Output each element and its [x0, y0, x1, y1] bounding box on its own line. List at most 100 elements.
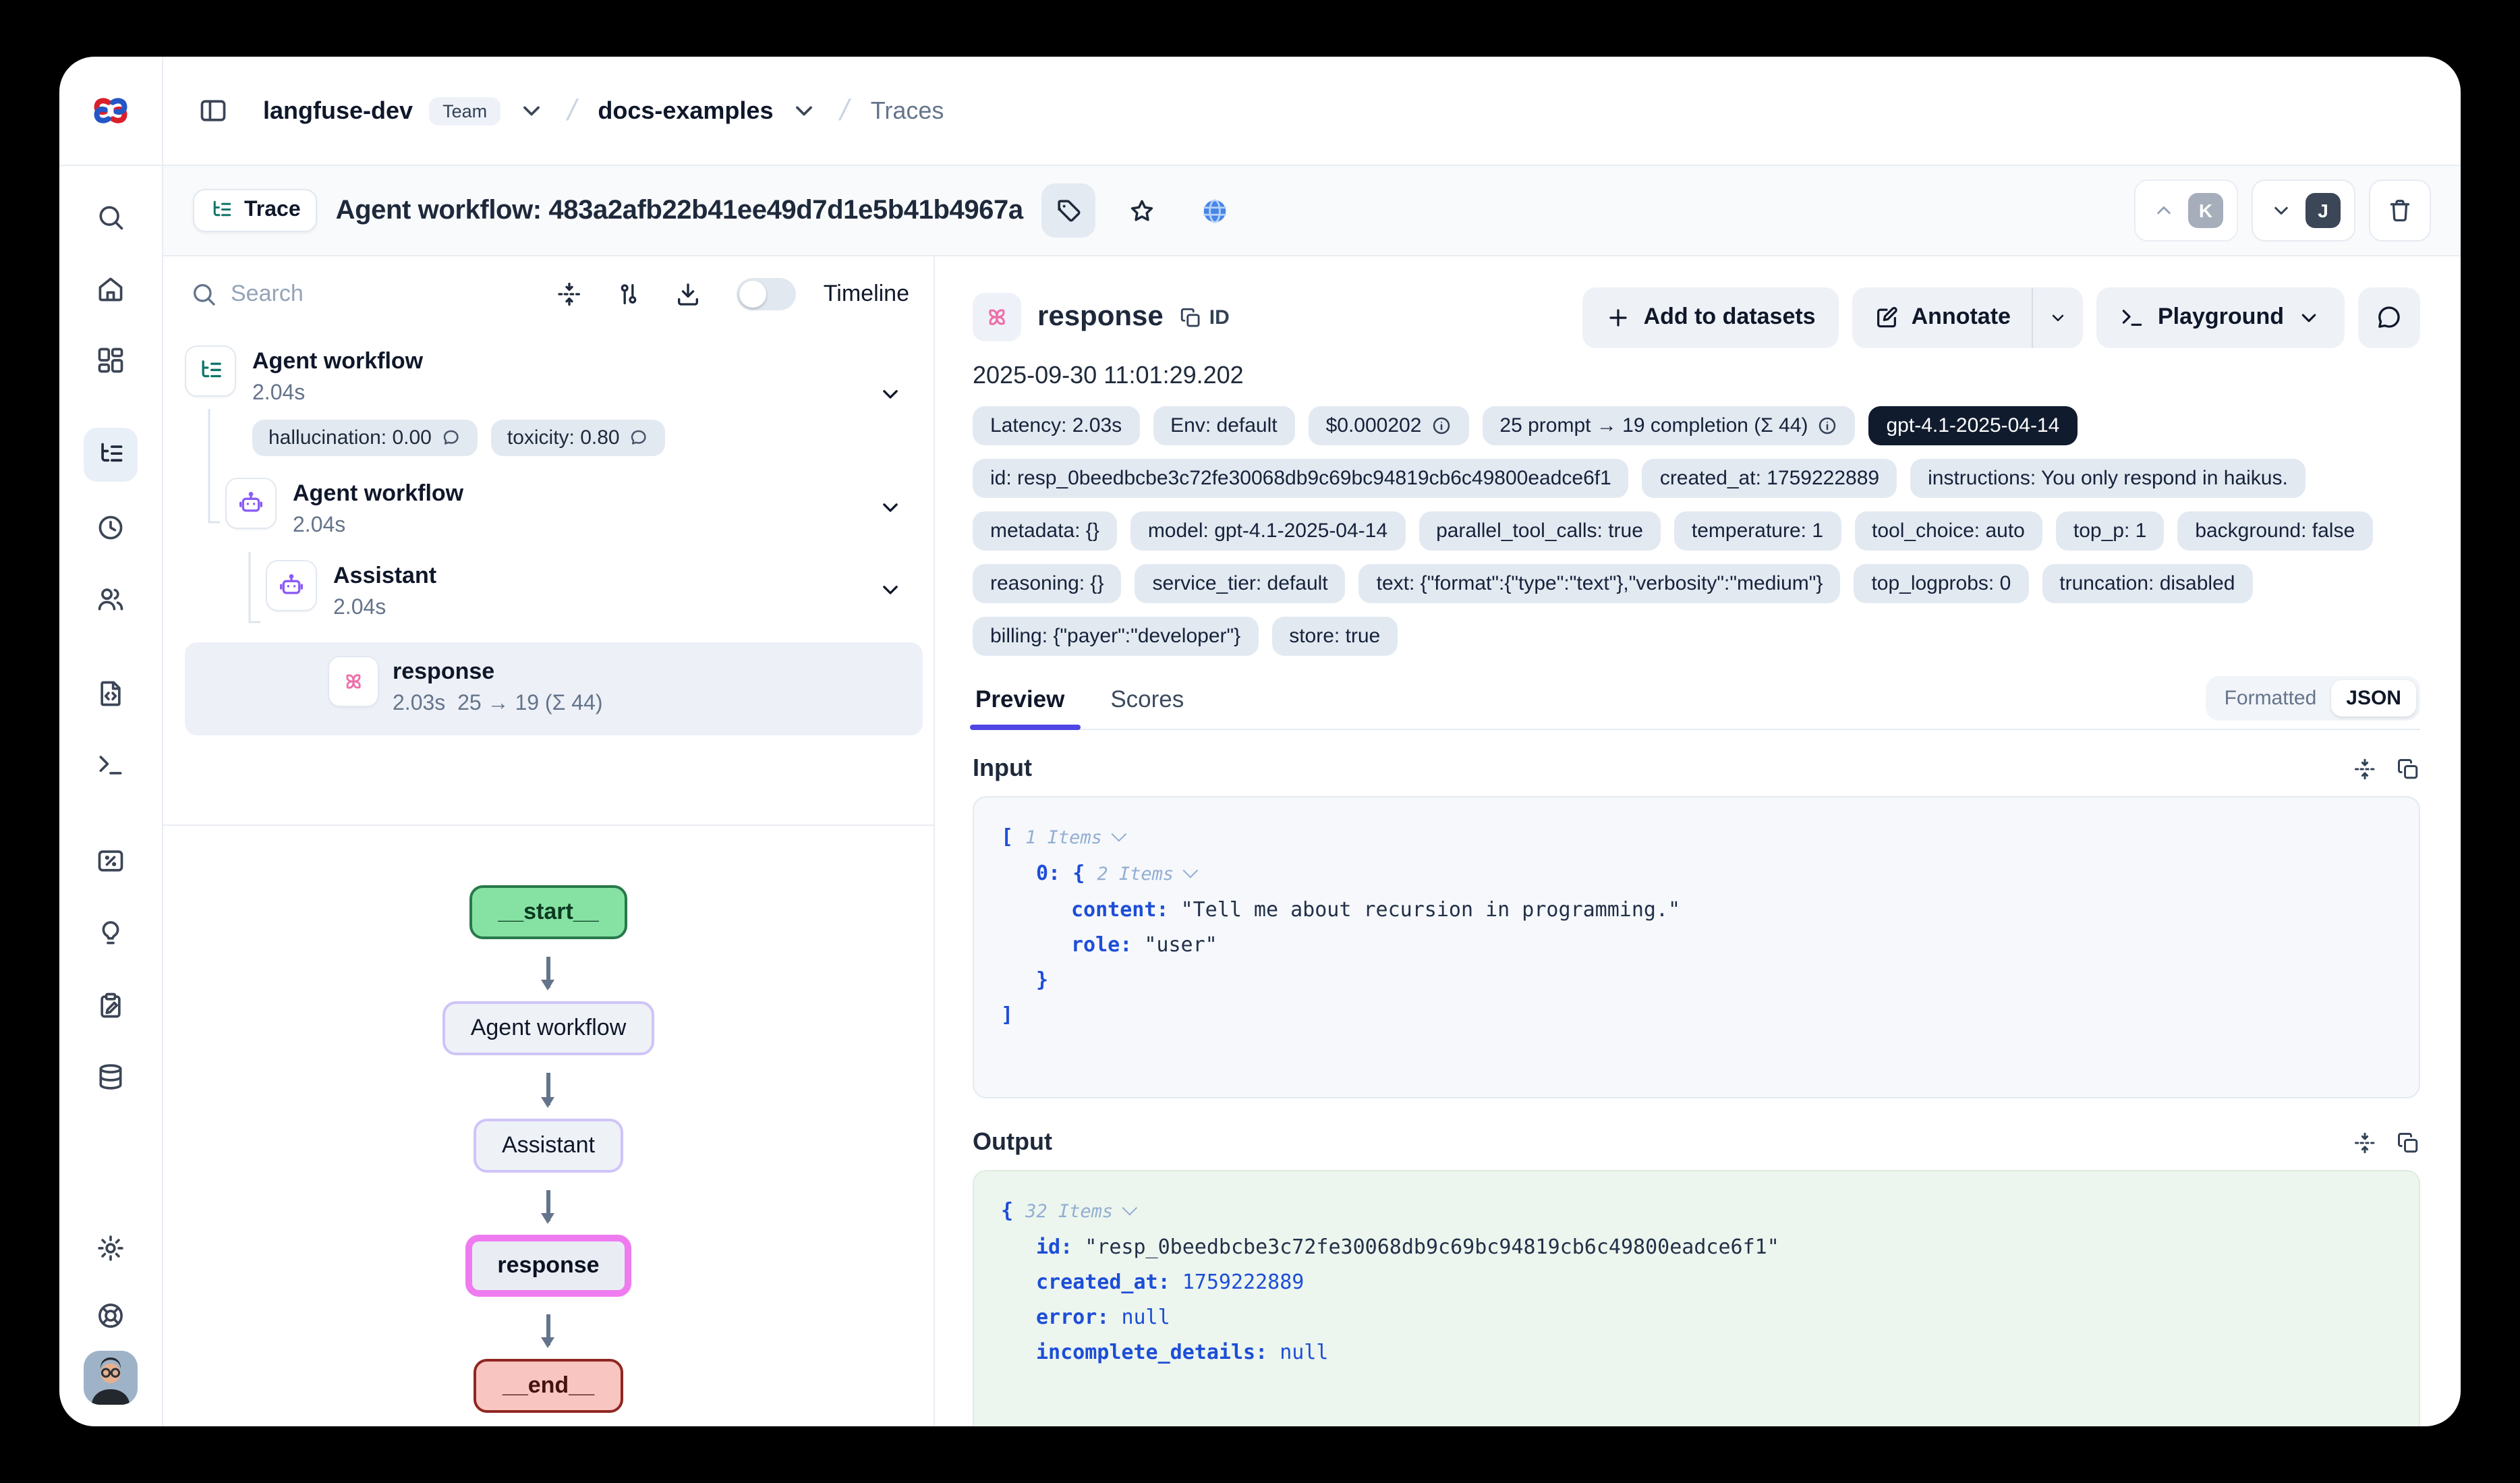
collapse-icon[interactable] — [2353, 1130, 2377, 1154]
sidebar-item-insights[interactable] — [84, 905, 138, 959]
metadata-badge[interactable]: temperature: 1 — [1674, 511, 1841, 551]
format-option-json[interactable]: JSON — [2331, 680, 2416, 717]
annotate-button[interactable]: Annotate — [1852, 287, 2032, 347]
playground-button[interactable]: Playground — [2097, 287, 2345, 347]
view-settings-icon[interactable] — [616, 281, 643, 308]
langfuse-knot-icon — [89, 89, 132, 132]
timeline-toggle[interactable] — [737, 278, 797, 310]
sidebar-item-search[interactable] — [84, 190, 138, 244]
collapse-caret-icon[interactable] — [1111, 827, 1126, 842]
tags-button[interactable] — [1042, 184, 1096, 237]
metadata-badge[interactable]: $0.000202 — [1309, 406, 1469, 445]
metadata-badge[interactable]: background: false — [2177, 511, 2372, 551]
graph-node-response[interactable]: response — [465, 1235, 631, 1297]
tree-node-label: response — [393, 656, 603, 688]
sidebar-item-dashboards[interactable] — [84, 333, 138, 387]
collapse-icon[interactable] — [2353, 756, 2377, 781]
bookmark-button[interactable] — [1115, 184, 1169, 237]
metadata-badge[interactable]: text: {"format":{"type":"text"},"verbosi… — [1359, 564, 1841, 603]
sidebar-item-tracing[interactable] — [84, 428, 138, 482]
graph-node-start[interactable]: __start__ — [469, 885, 627, 939]
search-input[interactable]: Search — [231, 281, 524, 308]
metadata-badge[interactable]: tool_choice: auto — [1854, 511, 2042, 551]
next-trace-button[interactable]: J — [2252, 179, 2355, 242]
openai-swirl-icon — [982, 302, 1012, 332]
metadata-badge[interactable]: store: true — [1271, 617, 1398, 656]
graph-node-end[interactable]: __end__ — [474, 1359, 623, 1413]
metadata-badge[interactable]: 25 prompt → 19 completion (Σ 44) — [1482, 406, 1855, 445]
org-chevron-down-icon[interactable] — [517, 96, 546, 125]
output-json-viewer[interactable]: { 32 Itemsid: "resp_0beedbcbe3c72fe30068… — [973, 1170, 2420, 1426]
observation-header: response ID Add to datasets — [973, 286, 2420, 348]
metadata-badge[interactable]: parallel_tool_calls: true — [1419, 511, 1661, 551]
metadata-badge[interactable]: instructions: You only respond in haikus… — [1910, 459, 2306, 498]
tab-scores[interactable]: Scores — [1108, 675, 1186, 729]
prev-trace-button[interactable]: K — [2134, 179, 2238, 242]
tree-node-generation-selected[interactable]: response 2.03s 25 → 19 (Σ 44) — [185, 642, 923, 735]
metadata-badge[interactable]: truncation: disabled — [2042, 564, 2252, 603]
annotate-menu-button[interactable] — [2032, 287, 2084, 347]
badge-label: created_at: 1759222889 — [1660, 467, 1879, 490]
sidebar-item-annotation[interactable] — [84, 978, 138, 1032]
sidebar-item-home[interactable] — [84, 262, 138, 316]
metadata-badge[interactable]: top_p: 1 — [2056, 511, 2164, 551]
breadcrumb-page[interactable]: Traces — [871, 96, 944, 125]
tree-node-root[interactable]: Agent workflow 2.04s hallucination: 0.00… — [185, 345, 934, 456]
tree-node-duration: 2.04s — [252, 379, 666, 409]
metadata-badge[interactable]: Env: default — [1153, 406, 1294, 445]
graph-edge-arrow — [547, 957, 550, 988]
tab-preview[interactable]: Preview — [973, 675, 1067, 729]
badge-label: parallel_tool_calls: true — [1436, 520, 1643, 542]
sidebar-item-prompts[interactable] — [84, 667, 138, 721]
project-name[interactable]: docs-examples — [598, 96, 773, 125]
collapse-chevron-icon[interactable] — [877, 494, 904, 521]
sidebar-item-datasets[interactable] — [84, 1050, 138, 1104]
sidebar-item-playground[interactable] — [84, 738, 138, 792]
delete-trace-button[interactable] — [2369, 179, 2431, 242]
graph-node-agent-workflow[interactable]: Agent workflow — [442, 1002, 655, 1056]
sidebar-item-sessions[interactable] — [84, 501, 138, 555]
collapse-caret-icon[interactable] — [1122, 1200, 1138, 1216]
langfuse-logo[interactable] — [59, 57, 162, 166]
user-avatar[interactable] — [84, 1351, 138, 1405]
metadata-badge[interactable]: Latency: 2.03s — [973, 406, 1139, 445]
badge-label: instructions: You only respond in haikus… — [1928, 467, 2288, 490]
metadata-badge[interactable]: service_tier: default — [1135, 564, 1346, 603]
trace-tree-icon — [209, 198, 233, 223]
copy-id-button[interactable]: ID — [1180, 306, 1230, 329]
collapse-chevron-icon[interactable] — [877, 576, 904, 603]
sidebar-item-evaluation[interactable] — [84, 834, 138, 888]
add-to-datasets-button[interactable]: Add to datasets — [1583, 287, 1839, 347]
metadata-badge[interactable]: created_at: 1759222889 — [1642, 459, 1897, 498]
download-icon[interactable] — [675, 281, 702, 308]
collapse-caret-icon[interactable] — [1183, 863, 1199, 878]
panel-toggle-icon[interactable] — [198, 96, 228, 125]
metadata-badge[interactable]: reasoning: {} — [973, 564, 1122, 603]
collapse-all-icon[interactable] — [556, 281, 583, 308]
metadata-badge[interactable]: metadata: {} — [973, 511, 1117, 551]
sidebar-item-settings[interactable] — [84, 1221, 138, 1275]
graph-node-assistant[interactable]: Assistant — [474, 1118, 623, 1172]
org-name[interactable]: langfuse-dev — [263, 96, 413, 125]
model-badge[interactable]: gpt-4.1-2025-04-14 — [1869, 406, 2078, 445]
metadata-badge[interactable]: id: resp_0beedbcbe3c72fe30068db9c69bc948… — [973, 459, 1629, 498]
tree-node-span[interactable]: Assistant 2.04s — [266, 560, 934, 623]
copy-icon[interactable] — [2396, 1130, 2420, 1154]
visibility-button[interactable] — [1188, 184, 1242, 237]
metadata-badge[interactable]: top_logprobs: 0 — [1854, 564, 2028, 603]
score-badge[interactable]: toxicity: 0.80 — [491, 420, 666, 456]
collapse-chevron-icon[interactable] — [877, 381, 904, 408]
sidebar-item-support[interactable] — [84, 1289, 138, 1343]
copy-icon[interactable] — [2396, 756, 2420, 781]
format-option-formatted[interactable]: Formatted — [2210, 680, 2332, 717]
project-chevron-down-icon[interactable] — [789, 96, 819, 125]
metadata-badge[interactable]: model: gpt-4.1-2025-04-14 — [1130, 511, 1405, 551]
metadata-badge[interactable]: billing: {"payer":"developer"} — [973, 617, 1258, 656]
graph-edge-arrow — [547, 1314, 550, 1346]
input-json-viewer[interactable]: [ 1 Items0: { 2 Itemscontent: "Tell me a… — [973, 796, 2420, 1098]
comments-button[interactable] — [2358, 287, 2420, 347]
tree-node-span[interactable]: Agent workflow 2.04s — [225, 478, 934, 541]
comment-bubble-icon — [441, 428, 461, 448]
sidebar-item-users[interactable] — [84, 572, 138, 626]
score-badge[interactable]: hallucination: 0.00 — [252, 420, 478, 456]
